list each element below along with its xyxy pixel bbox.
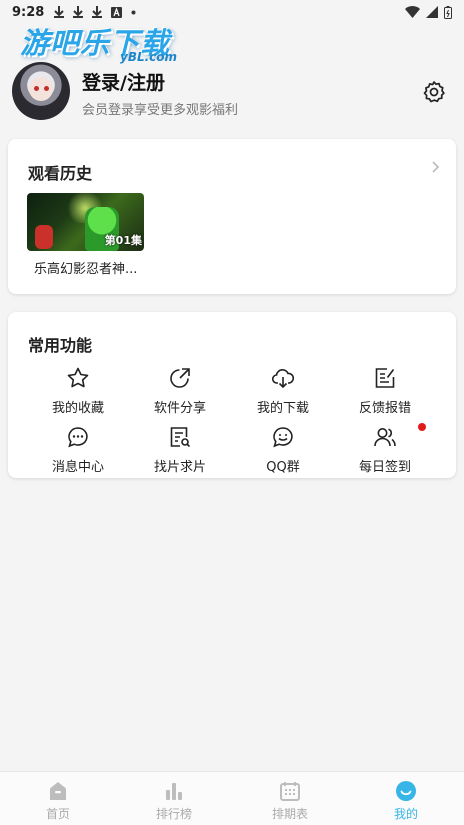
bottom-nav: 首页 排行榜 排期表 我的	[0, 771, 464, 825]
request-movie-button[interactable]: 找片求片	[130, 425, 230, 477]
download-icon	[73, 6, 84, 18]
message-center-button[interactable]: 消息中心	[28, 425, 128, 477]
chat-bubble-icon	[273, 427, 293, 448]
avatar[interactable]	[12, 62, 70, 120]
share-label: 软件分享	[153, 401, 206, 416]
nav-rankings[interactable]: 排行榜	[116, 778, 232, 825]
watch-history-title: 观看历史	[28, 164, 93, 183]
downloads-button[interactable]: 我的下载	[233, 366, 333, 418]
downloads-label: 我的下载	[256, 401, 309, 416]
dot-icon	[131, 10, 136, 14]
nav-mine[interactable]: 我的	[348, 778, 464, 825]
smile-icon	[396, 781, 416, 801]
signal-icon	[426, 6, 438, 18]
qq-group-label: QQ群	[266, 460, 300, 475]
chart-icon	[166, 783, 182, 800]
message-center-label: 消息中心	[51, 460, 104, 475]
daily-checkin-button[interactable]: 每日签到	[335, 425, 435, 477]
history-thumbnail[interactable]: 第01集	[27, 193, 144, 251]
a-icon	[111, 6, 123, 18]
common-functions-card: 常用功能 我的收藏 软件分享 我的下载 反馈报错 消息中心 找片求片 QQ群 每…	[8, 312, 456, 478]
nav-schedule[interactable]: 排期表	[232, 778, 348, 825]
download-icon	[92, 6, 103, 18]
cloud-download-icon	[271, 369, 295, 389]
profile-header: 登录/注册 会员登录享受更多观影福利	[0, 60, 464, 126]
qq-group-button[interactable]: QQ群	[233, 425, 333, 477]
star-icon	[67, 367, 89, 388]
nav-mine-label: 我的	[393, 807, 418, 821]
favorites-button[interactable]: 我的收藏	[28, 366, 128, 418]
home-icon	[50, 782, 66, 800]
gear-icon	[423, 81, 445, 103]
message-icon	[68, 427, 88, 448]
watch-history-card: 观看历史 第01集 乐高幻影忍者神...	[8, 139, 456, 294]
battery-icon	[444, 5, 452, 19]
settings-button[interactable]	[420, 78, 448, 106]
login-register-link[interactable]: 登录/注册	[82, 68, 165, 95]
nav-rankings-label: 排行榜	[155, 807, 192, 821]
daily-checkin-label: 每日签到	[358, 460, 411, 475]
search-document-icon	[170, 427, 191, 448]
favorites-label: 我的收藏	[51, 401, 104, 416]
common-functions-title: 常用功能	[28, 336, 93, 355]
login-subtitle: 会员登录享受更多观影福利	[82, 103, 239, 118]
status-time: 9:28	[12, 4, 45, 20]
feedback-edit-icon	[375, 368, 395, 388]
history-item-title[interactable]: 乐高幻影忍者神...	[34, 258, 137, 277]
nav-home[interactable]: 首页	[0, 778, 116, 825]
wifi-icon	[405, 6, 420, 18]
chevron-right-icon[interactable]	[432, 159, 440, 177]
request-movie-label: 找片求片	[153, 460, 206, 475]
download-icon	[54, 6, 65, 18]
episode-label: 第01集	[104, 234, 142, 247]
users-icon	[374, 428, 396, 447]
notification-badge	[418, 423, 426, 431]
share-icon	[170, 368, 190, 388]
calendar-icon	[280, 782, 300, 801]
nav-schedule-label: 排期表	[271, 807, 308, 821]
share-app-button[interactable]: 软件分享	[130, 366, 230, 418]
nav-home-label: 首页	[45, 807, 70, 821]
feedback-label: 反馈报错	[358, 401, 411, 416]
feedback-button[interactable]: 反馈报错	[335, 366, 435, 418]
